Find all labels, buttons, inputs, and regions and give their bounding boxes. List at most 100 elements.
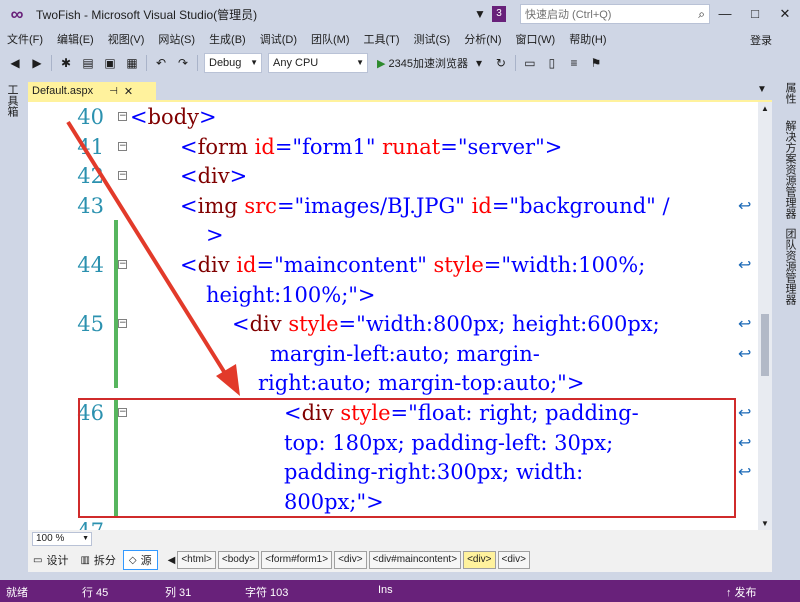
code-token: =" [483,253,512,277]
run-target-dropdown-icon[interactable]: ▾ [470,54,488,72]
collapse-icon[interactable]: − [118,260,127,269]
menu-edit[interactable]: 编辑(E) [50,31,101,47]
close-icon[interactable]: ✕ [124,85,133,98]
menu-window[interactable]: 窗口(W) [509,31,563,47]
breadcrumb-form[interactable]: <form#form1> [261,551,333,569]
scroll-up-icon[interactable]: ▲ [761,104,769,113]
back-icon[interactable]: ◀ [6,54,24,72]
source-view-button[interactable]: ◇ 源 [122,550,158,570]
solution-explorer-tab[interactable]: 解决方案资源管理器 [782,120,798,219]
login-link[interactable]: 登录 [750,32,772,48]
close-window-button[interactable]: ✕ [770,0,800,28]
notification-badge[interactable]: 3 [492,6,506,22]
breadcrumb-html[interactable]: <html> [177,551,216,569]
breadcrumb-div[interactable]: <div> [334,551,367,569]
undo-icon[interactable]: ↶ [152,54,170,72]
publish-button[interactable]: ↑ 发布 [726,584,757,600]
code-token: width:800px; height:600px; [365,312,660,337]
collapse-icon[interactable]: − [118,171,127,181]
source-icon: ◇ [128,554,137,566]
breadcrumb-body[interactable]: <body> [217,551,260,569]
maximize-button[interactable]: □ [740,0,770,28]
quick-launch-placeholder: 快速启动 (Ctrl+Q) [525,9,612,21]
breadcrumb-div-child[interactable]: <div> [497,551,530,569]
forward-icon[interactable]: ▶ [28,54,46,72]
redo-icon[interactable]: ↷ [174,54,192,72]
code-token: "> [535,134,563,159]
menu-website[interactable]: 网站(S) [151,31,202,47]
code-text: > [206,220,224,250]
menu-test[interactable]: 测试(S) [407,31,458,47]
code-token: height:100%; [206,282,349,307]
scroll-thumb[interactable] [761,314,769,376]
collapse-icon[interactable]: − [118,112,127,121]
zoom-select[interactable]: 100 % ▼ [32,532,92,546]
run-target-button[interactable]: 2345加速浏览器 [388,55,467,71]
code-token: =" [256,253,284,277]
refresh-icon[interactable]: ↻ [492,54,510,72]
quick-launch-input[interactable]: 快速启动 (Ctrl+Q) ⌕ [520,4,710,24]
collapse-icon[interactable]: − [118,141,127,151]
start-debugging-icon[interactable]: ▶ [377,57,385,70]
menu-build[interactable]: 生成(B) [202,31,253,47]
breadcrumb-div-maincontent[interactable]: <div#maincontent> [368,551,462,569]
menu-analyze[interactable]: 分析(N) [457,31,508,47]
notification-flag-icon[interactable]: ▼ [474,7,488,21]
new-project-icon[interactable]: ✱ [57,54,75,72]
highlight-box [78,398,736,518]
chevron-down-icon: ▼ [82,535,89,542]
menu-help[interactable]: 帮助(H) [562,31,613,47]
status-column: 列 31 [165,587,192,599]
indent-icon[interactable]: ≡ [565,54,583,72]
code-text: right:auto; margin-top:auto;"> [258,368,584,398]
comment-icon[interactable]: ▭ [521,54,539,72]
menu-debug[interactable]: 调试(D) [253,31,304,47]
code-token: width:100%; [511,253,646,277]
toolbar-separator [514,55,516,71]
tab-label: Default.aspx [32,85,94,97]
solution-config-select[interactable]: Debug ▼ [204,53,262,73]
tab-default-aspx[interactable]: Default.aspx ⊣ ✕ [28,82,156,100]
word-wrap-icon: ↩ [738,462,752,482]
bookmark-icon[interactable]: ⚑ [587,54,605,72]
menu-file[interactable]: 文件(F) [0,31,50,47]
collapse-icon[interactable]: − [118,319,127,329]
tab-overflow-dropdown-icon[interactable]: ▼ [757,84,767,95]
menu-team[interactable]: 团队(M) [304,31,357,47]
vertical-scrollbar[interactable]: ▲ ▼ [758,102,772,530]
breadcrumb-div-current[interactable]: <div> [463,551,496,569]
breadcrumb-prev-icon[interactable]: ◀ [168,555,176,566]
word-wrap-icon: ↩ [738,403,752,422]
split-view-button[interactable]: ▥ 拆分 [75,550,120,570]
menu-tools[interactable]: 工具(T) [357,31,407,47]
code-token: id [471,193,492,218]
save-icon[interactable]: ▣ [101,54,119,72]
platform-select[interactable]: Any CPU ▼ [268,53,368,73]
code-token: " / [646,193,670,218]
team-explorer-tab[interactable]: 团队资源管理器 [782,228,798,305]
properties-tab[interactable]: 属性 [782,82,798,104]
scroll-down-icon[interactable]: ▼ [761,519,769,528]
minimize-button[interactable]: — [710,0,740,28]
pin-icon[interactable]: ⊣ [109,86,118,97]
code-token: "> [348,282,376,307]
code-text: margin-left:auto; margin- [270,339,540,369]
code-line: margin-left:auto; margin- ↩ [28,339,758,369]
code-token: < [180,134,198,159]
design-view-button[interactable]: ▭ 设计 [28,550,73,570]
toolbox-tab[interactable]: 工具箱 [4,84,20,117]
code-text: <div id="maincontent" style="width:100%; [180,250,645,280]
search-icon[interactable]: ⌕ [698,7,705,22]
chevron-down-icon: ▼ [250,58,258,67]
code-token: < [232,312,250,337]
code-token: style [433,253,484,277]
menu-view[interactable]: 视图(V) [101,31,152,47]
save-all-icon[interactable]: ▦ [123,54,141,72]
open-file-icon[interactable]: ▤ [79,54,97,72]
code-token: body [147,105,200,129]
page-icon[interactable]: ▯ [543,54,561,72]
code-editor[interactable]: 40− <body> 41− <form id="form1" runat="serv… [28,102,772,530]
code-text: <form id="form1" runat="server"> [180,132,562,162]
code-line: 47 [28,516,758,530]
code-token: " [455,193,472,218]
